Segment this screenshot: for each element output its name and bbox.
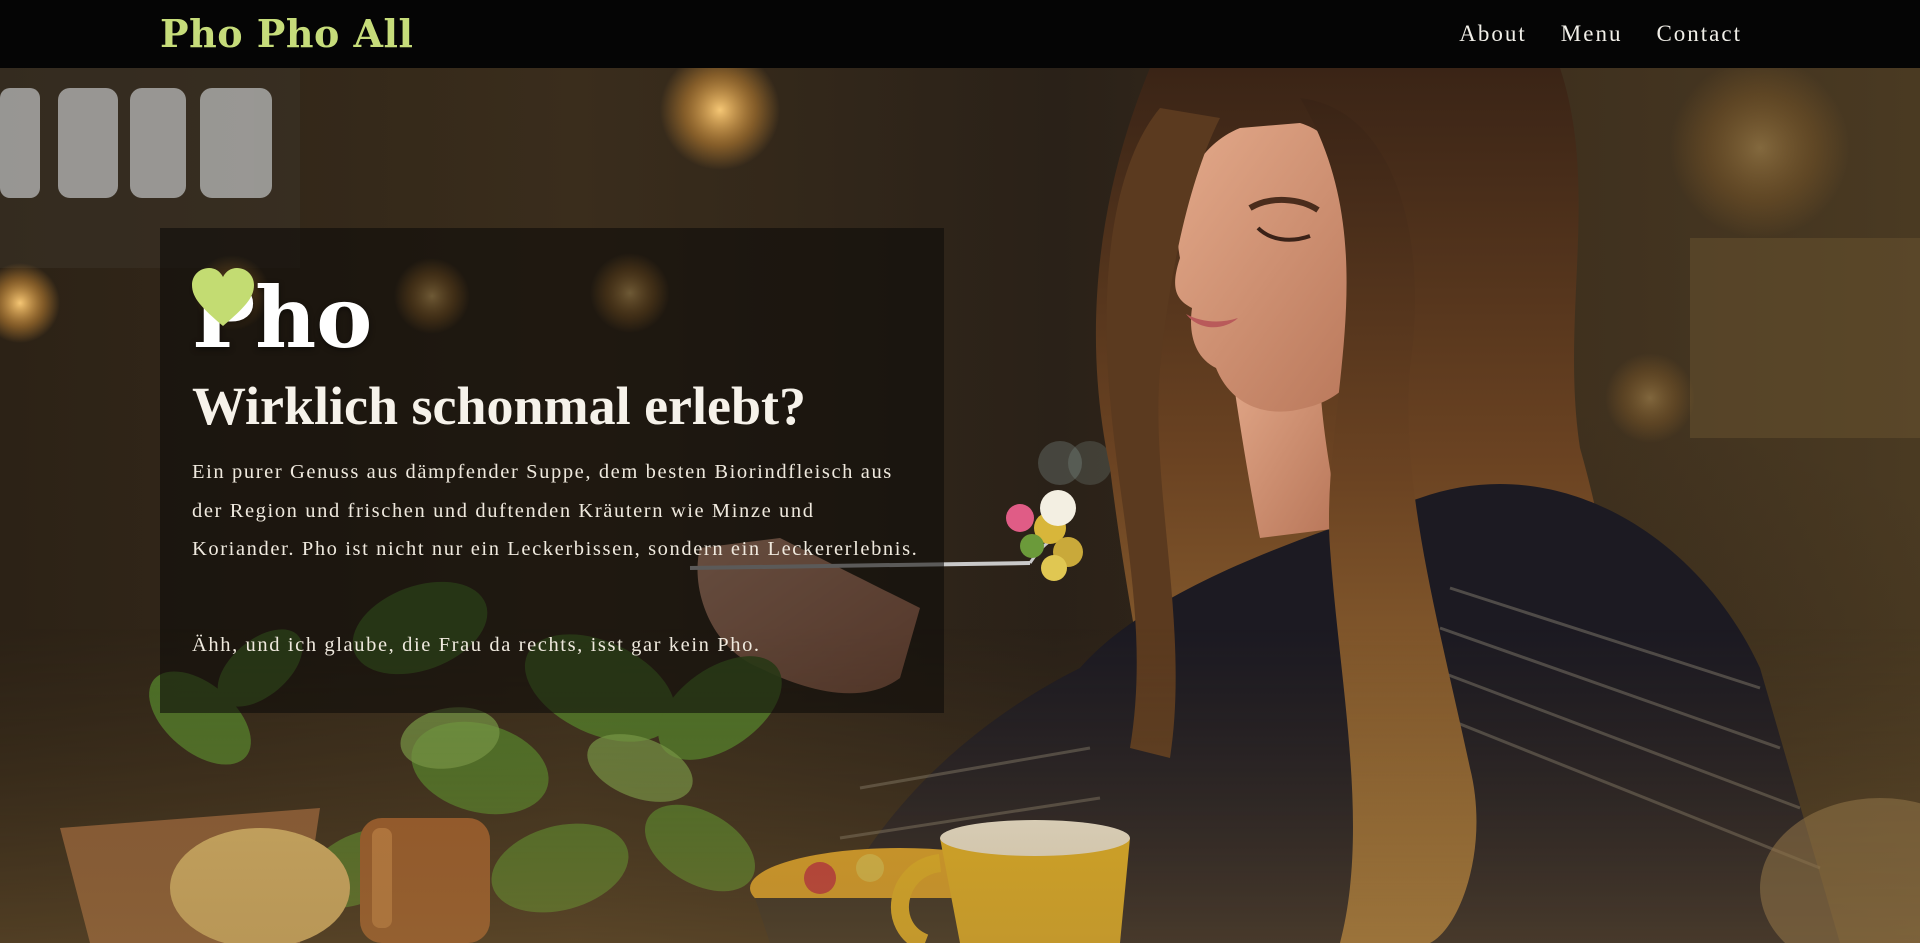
heart-icon (192, 268, 442, 352)
hero-title: Pho (192, 268, 442, 368)
nav-link-contact[interactable]: Contact (1656, 21, 1742, 47)
hero-section: Pho Wirklich schonmal erlebt? Ein purer … (0, 68, 1920, 943)
brand-logo-link[interactable]: Pho Pho All (160, 10, 413, 58)
hero-note: Ähh, und ich glaube, die Frau da rechts,… (192, 634, 761, 656)
hero-info-card: Pho Wirklich schonmal erlebt? Ein purer … (160, 228, 944, 713)
top-navigation-bar: Pho Pho All About Menu Contact (0, 0, 1920, 68)
hero-subtitle: Wirklich schonmal erlebt? (192, 376, 806, 436)
hero-description: Ein purer Genuss aus dämpfender Suppe, d… (192, 461, 919, 560)
nav-link-menu[interactable]: Menu (1561, 21, 1623, 47)
main-nav: About Menu Contact (1425, 0, 1742, 68)
nav-link-about[interactable]: About (1459, 21, 1527, 47)
